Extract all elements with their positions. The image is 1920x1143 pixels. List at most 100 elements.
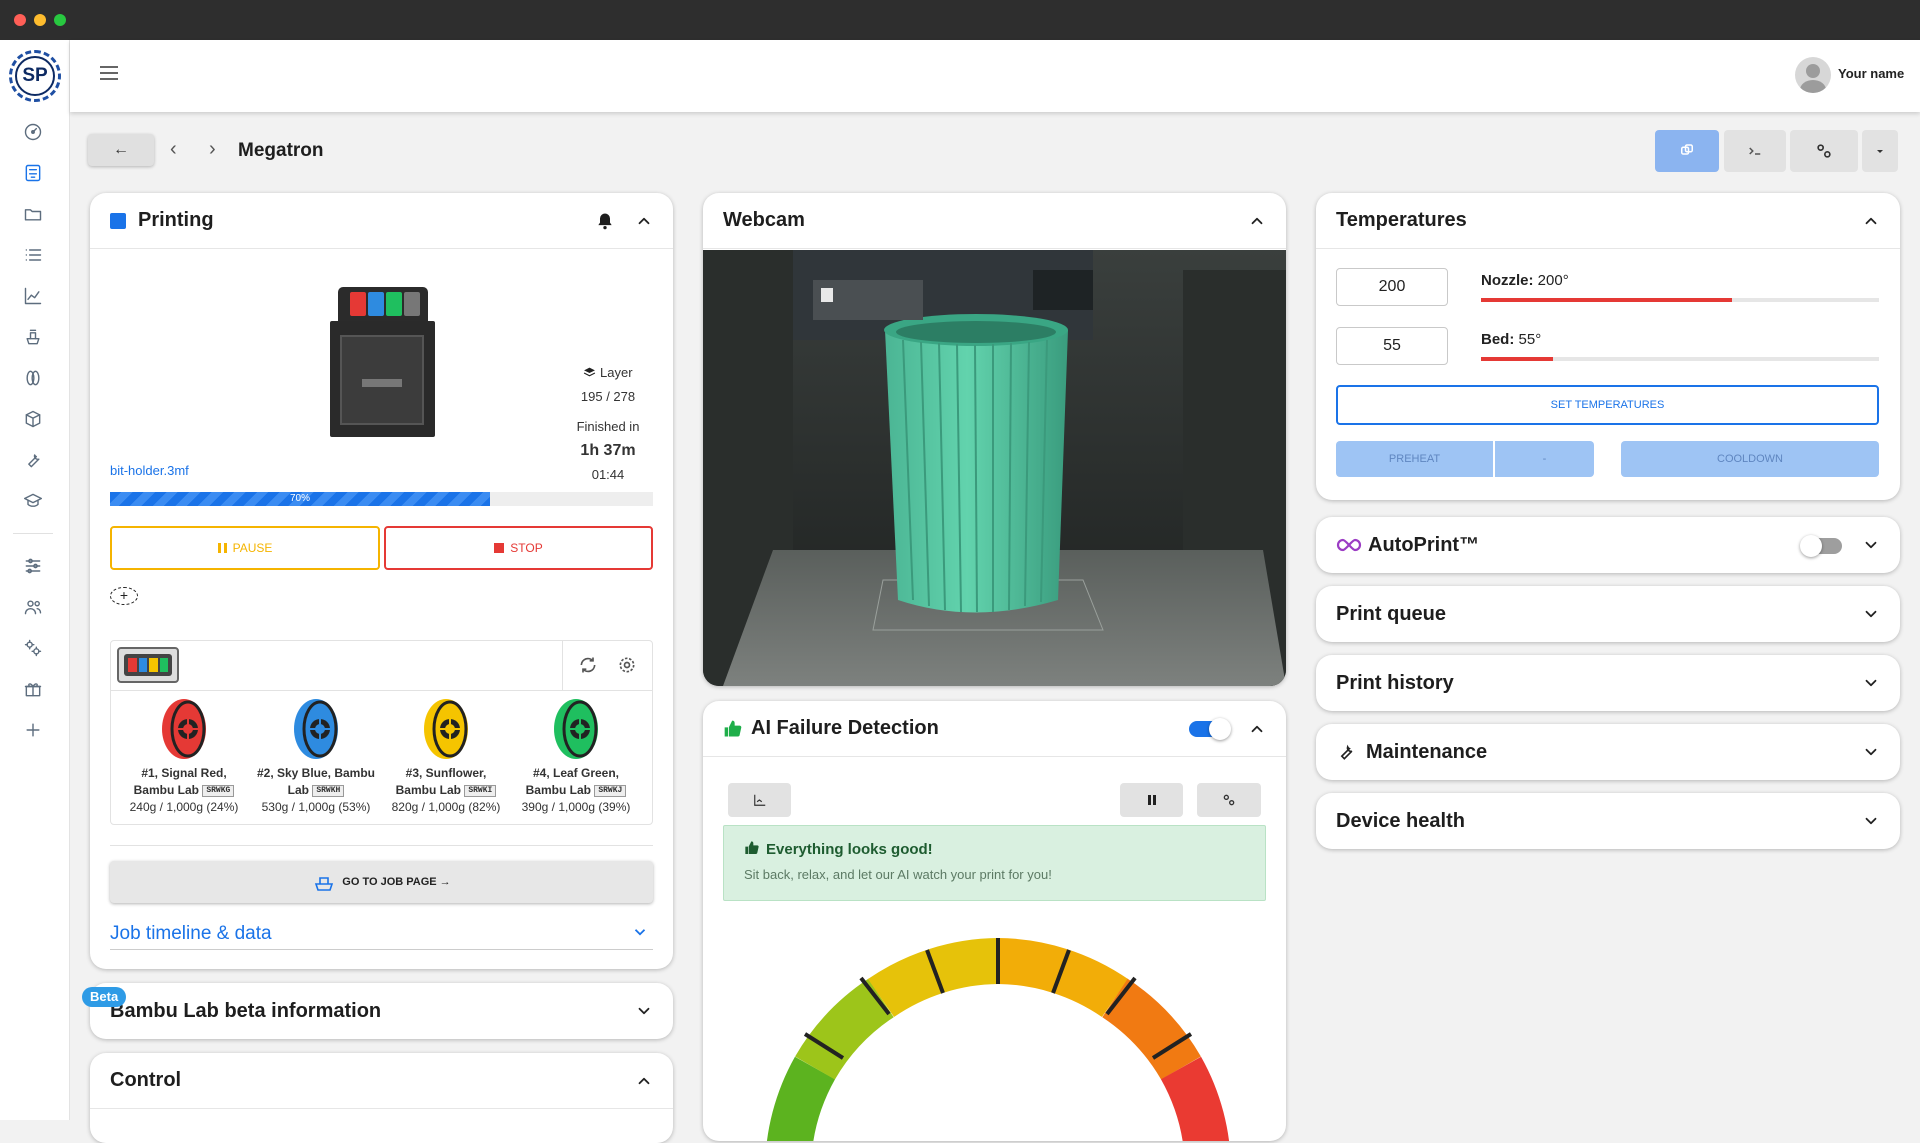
maintenance-card[interactable]: Maintenance [1316, 724, 1900, 780]
printer-image [330, 287, 435, 437]
go-to-job-page-button[interactable]: GO TO JOB PAGE → [110, 861, 653, 903]
spool-brand: Lab [287, 783, 309, 797]
avatar[interactable] [1795, 57, 1831, 93]
chevron-down-icon [638, 1007, 650, 1015]
ams-unit-tab[interactable] [117, 647, 179, 683]
printers-icon[interactable] [21, 161, 45, 185]
device-health-card[interactable]: Device health [1316, 793, 1900, 849]
back-button[interactable]: ← [88, 134, 154, 166]
progress-label: 70% [289, 493, 310, 504]
bambu-beta-card[interactable]: Bambu Lab beta information [90, 983, 673, 1039]
collapse-icon[interactable] [635, 1072, 653, 1090]
bed-temp-bar [1481, 357, 1879, 361]
settings-icon[interactable] [21, 554, 45, 578]
preheat-dropdown[interactable]: - [1495, 441, 1594, 477]
autoprint-card[interactable]: AutoPrint™ [1316, 517, 1900, 573]
print-queue-title: Print queue [1336, 602, 1447, 625]
job-timeline-toggle[interactable]: Job timeline & data [110, 917, 653, 950]
minimize-window-icon[interactable] [34, 14, 46, 26]
bed-temp-input[interactable]: 55 [1336, 327, 1448, 365]
spool-slot[interactable]: #2, Sky Blue, Bambu Lab SRWKH 530g / 1,000… [251, 697, 381, 816]
dashboard-icon[interactable] [21, 120, 45, 144]
stats-icon[interactable] [21, 284, 45, 308]
spool-weight: 390g / 1,000g (39%) [521, 800, 631, 814]
beta-badge: Beta [82, 987, 127, 1007]
ai-toggle[interactable] [1189, 718, 1231, 740]
user-name[interactable]: Your name [1838, 66, 1904, 81]
collapse-icon[interactable] [635, 212, 653, 230]
menu-icon[interactable] [100, 66, 118, 80]
chevron-left-icon[interactable]: ‹ [170, 138, 177, 161]
nozzle-temp-fill [1481, 298, 1732, 302]
gift-icon[interactable] [21, 677, 45, 701]
files-icon[interactable] [21, 202, 45, 226]
filament-icon[interactable] [21, 366, 45, 390]
gears-icon [1817, 144, 1831, 158]
stop-label: STOP [510, 541, 543, 555]
chart-button[interactable] [728, 783, 791, 817]
webcam-feed[interactable] [703, 250, 1286, 686]
models-icon[interactable] [21, 407, 45, 431]
connection-button[interactable] [1655, 130, 1719, 172]
maximize-window-icon[interactable] [54, 14, 66, 26]
infinity-icon [1336, 538, 1362, 552]
chevron-down-icon [634, 929, 646, 936]
jobs-icon[interactable] [21, 325, 45, 349]
pause-button[interactable]: PAUSE [110, 526, 380, 570]
collapse-icon[interactable] [1248, 212, 1266, 230]
app-logo[interactable]: SP [9, 50, 61, 102]
nozzle-temp-bar [1481, 298, 1879, 302]
cooldown-button[interactable]: COOLDOWN [1621, 441, 1879, 477]
printer-settings-button[interactable] [1790, 130, 1858, 172]
layers-icon [584, 367, 596, 377]
detection-settings-button[interactable] [1197, 783, 1261, 817]
bell-icon[interactable] [595, 211, 615, 231]
learn-icon[interactable] [21, 489, 45, 513]
chart-icon [753, 794, 765, 806]
layer-value: 195 / 278 [580, 389, 636, 404]
temperatures-title: Temperatures [1336, 209, 1467, 231]
preheat-button[interactable]: PREHEAT [1336, 441, 1493, 477]
spool-name: #3, Sunflower, [405, 766, 487, 780]
print-queue-card[interactable]: Print queue [1316, 586, 1900, 642]
spool-slot[interactable]: #4, Leaf Green, Bambu Lab SRWKJ 390g / 1,0… [511, 697, 641, 816]
collapse-icon[interactable] [1248, 720, 1266, 738]
webcam-card: Webcam [703, 193, 1286, 686]
stop-icon [494, 543, 505, 553]
webcam-title: Webcam [723, 209, 805, 231]
refresh-icon[interactable] [578, 655, 598, 675]
spool-weight: 240g / 1,000g (24%) [129, 800, 239, 814]
stop-button[interactable]: STOP [384, 526, 653, 570]
nozzle-temp-input[interactable]: 200 [1336, 268, 1448, 306]
pause-detection-button[interactable] [1120, 783, 1183, 817]
add-comment-icon[interactable]: + [110, 587, 138, 605]
spool-slot[interactable]: #1, Signal Red, Bambu Lab SRWKG 240g / 1,0… [119, 697, 249, 816]
logo-text: SP [15, 56, 55, 96]
status-text: Sit back, relax, and let our AI watch yo… [744, 867, 1052, 882]
print-history-card[interactable]: Print history [1316, 655, 1900, 711]
detection-gauge [767, 938, 1229, 1141]
terminal-button[interactable] [1724, 130, 1786, 172]
chevron-right-icon[interactable]: › [209, 138, 216, 161]
collapse-icon[interactable] [1862, 212, 1880, 230]
thumbs-up-icon [745, 841, 759, 854]
divider [110, 845, 653, 846]
set-temperatures-button[interactable]: SET TEMPERATURES [1336, 385, 1879, 425]
chevron-down-icon [1865, 610, 1877, 618]
job-page-label: GO TO JOB PAGE → [342, 876, 451, 888]
maintenance-icon[interactable] [21, 448, 45, 472]
layer-label: Layer [600, 365, 633, 380]
gears-icon [1223, 794, 1235, 806]
spool-slot[interactable]: #3, Sunflower, Bambu Lab SRWKI 820g / 1,00… [381, 697, 511, 816]
more-options-dropdown[interactable] [1862, 130, 1898, 172]
gear-icon[interactable] [617, 655, 637, 675]
integrations-icon[interactable] [21, 636, 45, 660]
add-icon[interactable] [21, 718, 45, 742]
queue-icon[interactable] [21, 243, 45, 267]
autoprint-toggle[interactable] [1800, 535, 1842, 557]
status-indicator [110, 212, 126, 229]
users-icon[interactable] [21, 595, 45, 619]
file-name[interactable]: bit-holder.3mf [110, 463, 189, 478]
chevron-down-icon [1865, 817, 1877, 825]
close-window-icon[interactable] [14, 14, 26, 26]
